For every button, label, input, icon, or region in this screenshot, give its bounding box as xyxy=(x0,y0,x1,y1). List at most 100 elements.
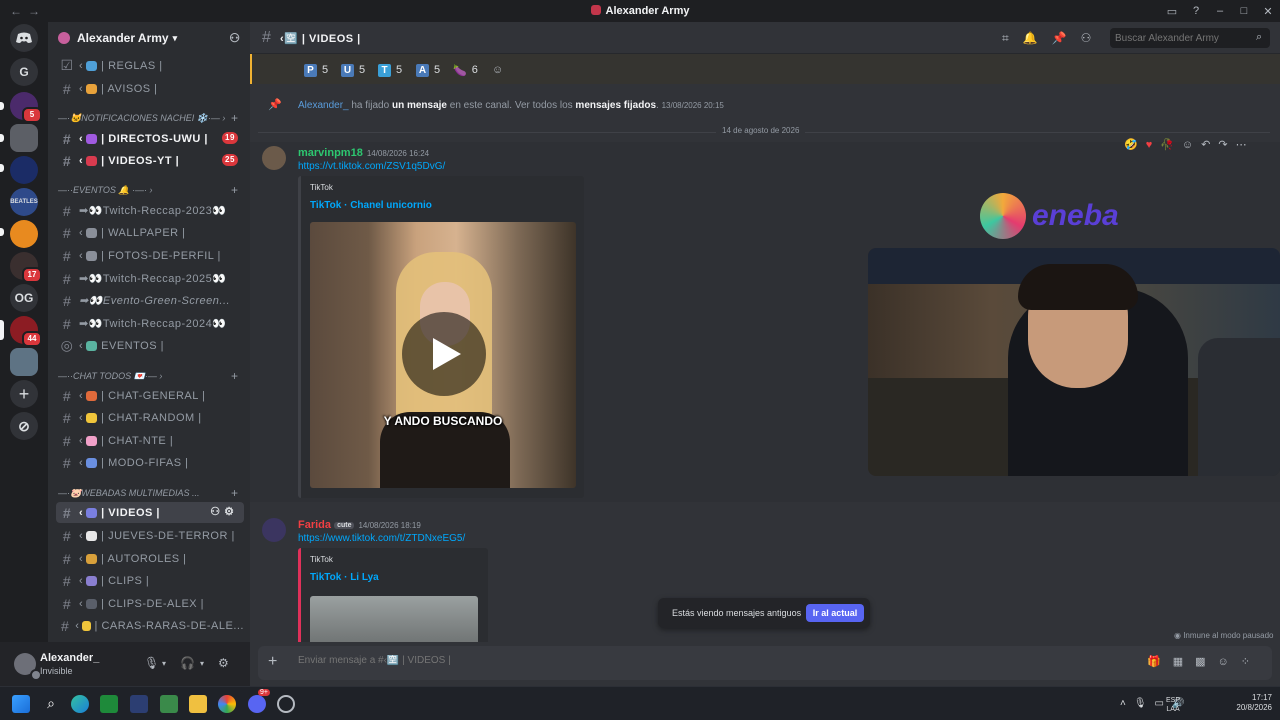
server-red-icon[interactable]: 44 xyxy=(10,316,42,347)
video-thumbnail[interactable]: Y ANDO BUSCANDO xyxy=(310,222,576,488)
message-author[interactable]: marvinpm18 14/08/2026 16:24 xyxy=(298,147,429,159)
server-gray-icon[interactable] xyxy=(10,124,38,152)
category-eventos[interactable]: —·· EVENTOS 🔔 ·—· › + xyxy=(58,182,242,198)
maximize-button[interactable]: □ xyxy=(1232,5,1256,17)
channel-twitch-2024[interactable]: # ➡👀Twitch-Reccap-2024👀 xyxy=(56,313,244,334)
channel-clips[interactable]: # ‹ | CLIPS | xyxy=(56,570,244,591)
system-author[interactable]: Alexander_ xyxy=(298,100,349,111)
windows-start-icon[interactable] xyxy=(12,695,30,713)
headphones-icon[interactable]: 🎧 xyxy=(180,656,195,670)
video-thumbnail[interactable] xyxy=(310,596,478,642)
search-input[interactable] xyxy=(1110,28,1270,48)
message-author[interactable]: Farida cute 14/08/2026 18:19 xyxy=(298,519,421,531)
channel-chat-random[interactable]: # ‹ | CHAT-RANDOM | xyxy=(56,407,244,428)
channel-clips-de-alex[interactable]: # ‹ | CLIPS-DE-ALEX | xyxy=(56,593,244,614)
server-og-icon[interactable]: OG xyxy=(10,284,38,312)
add-channel-icon[interactable]: + xyxy=(231,183,238,197)
system-tray-icons[interactable]: ˄🎙▭🔊 xyxy=(1120,698,1192,709)
pinned-message-link[interactable]: un mensaje xyxy=(392,100,447,111)
channel-videos-yt[interactable]: # ‹ | VIDEOS-YT | 25 xyxy=(56,150,244,171)
add-server-icon[interactable]: + xyxy=(10,380,38,408)
hash-icon: # xyxy=(62,315,72,332)
reaction-p[interactable]: P5 xyxy=(304,62,328,78)
channel-autoroles[interactable]: # ‹ | AUTOROLES | xyxy=(56,548,244,569)
minimize-button[interactable]: – xyxy=(1208,5,1232,17)
add-channel-icon[interactable]: + xyxy=(231,369,238,383)
avatar[interactable] xyxy=(262,518,286,542)
edge-icon[interactable] xyxy=(71,695,89,713)
channel-caras-raras[interactable]: # ‹ | CARAS-RARAS-DE-ALE... xyxy=(56,615,244,636)
server-beatles-icon[interactable]: BEATLES xyxy=(10,188,38,216)
chrome-icon[interactable] xyxy=(218,695,236,713)
embed-title[interactable]: TikTok · Chanel unicornio xyxy=(310,200,432,211)
header-toolbar-icons[interactable]: ⌗🔔📌⚇ xyxy=(1002,31,1105,46)
server-g-icon[interactable]: G xyxy=(10,58,38,86)
embed-provider[interactable]: TikTok xyxy=(310,555,333,564)
message-link[interactable]: https://vt.tiktok.com/ZSV1q5DvG/ xyxy=(298,161,445,172)
channel-twitch-2023[interactable]: # ➡👀Twitch-Reccap-2023👀 xyxy=(56,200,244,221)
search-icon[interactable]: ⌕ xyxy=(42,695,60,713)
reaction-eggplant[interactable]: 🍆 6 xyxy=(453,62,478,78)
channel-videos[interactable]: # ‹ | VIDEOS | ⚇⚙ xyxy=(56,502,244,523)
server-orange-icon[interactable] xyxy=(10,220,38,248)
channel-evento-green-screen[interactable]: # ➡👀Evento-Green-Screen... xyxy=(56,290,244,311)
embed-title[interactable]: TikTok · Li Lya xyxy=(310,572,379,583)
add-reaction-icon[interactable]: ☺ xyxy=(492,62,503,78)
mic-options-chevron-icon[interactable]: ▾ xyxy=(162,659,166,668)
message-link[interactable]: https://www.tiktok.com/t/ZTDNxeEG5/ xyxy=(298,533,465,544)
channel-directos[interactable]: # ‹ | DIRECTOS-UWU | 19 xyxy=(56,128,244,149)
discord-home-icon[interactable] xyxy=(10,24,38,52)
server-header[interactable]: Alexander Army ▾ ⚇ xyxy=(48,22,250,54)
composer-tools-icons[interactable]: 🎁▦▩☺⁘ xyxy=(1147,655,1262,668)
server-dark-icon[interactable]: 17 xyxy=(10,252,42,283)
app-icon[interactable] xyxy=(160,695,178,713)
reaction-u[interactable]: U5 xyxy=(341,62,365,78)
discord-taskbar-icon[interactable]: 9+ xyxy=(248,689,270,713)
category-webadas-multimedias[interactable]: —·🐷 WEBADAS MULTIMEDIAS ... + xyxy=(58,485,242,501)
channel-chat-nte[interactable]: # ‹ | CHAT-NTE | xyxy=(56,430,244,451)
app-icon[interactable] xyxy=(130,695,148,713)
channel-reglas[interactable]: ☑ ‹ | REGLAS | xyxy=(56,55,244,76)
help-icon[interactable]: ? xyxy=(1184,5,1208,17)
microphone-icon[interactable]: 🎙 xyxy=(144,656,159,670)
file-explorer-icon[interactable] xyxy=(189,695,207,713)
jump-to-present-button[interactable]: Ir al actual xyxy=(806,604,864,622)
category-notificaciones[interactable]: —·🐱 NOTIFICACIONES NACHEI ❄️·— › + xyxy=(58,110,242,126)
add-channel-icon[interactable]: + xyxy=(231,486,238,500)
channel-chat-general[interactable]: # ‹ | CHAT-GENERAL | xyxy=(56,385,244,406)
language-indicator[interactable]: ESP LAA xyxy=(1166,696,1180,714)
avatar[interactable] xyxy=(262,146,286,170)
add-attachment-icon[interactable]: + xyxy=(268,653,277,671)
channel-wallpaper[interactable]: # ‹ | WALLPAPER | xyxy=(56,222,244,243)
clock[interactable]: 17:17 20/8/2026 xyxy=(1236,693,1272,715)
app-icon[interactable] xyxy=(277,695,295,713)
audio-options-chevron-icon[interactable]: ▾ xyxy=(200,659,204,668)
embed-provider[interactable]: TikTok xyxy=(310,183,333,192)
add-channel-icon[interactable]: + xyxy=(231,111,238,125)
server-purple-icon[interactable]: 5 xyxy=(10,92,42,123)
xbox-icon[interactable] xyxy=(100,695,118,713)
reaction-t[interactable]: T5 xyxy=(378,62,402,78)
selected-pill xyxy=(0,320,4,340)
channel-fotos-de-perfil[interactable]: # ‹ | FOTOS-DE-PERFIL | xyxy=(56,245,244,266)
channel-jueves-de-terror[interactable]: # ‹ | JUEVES-DE-TERROR | xyxy=(56,525,244,546)
inbox-icon[interactable]: ▭ xyxy=(1160,5,1184,18)
explore-icon[interactable]: ⊘ xyxy=(10,412,38,440)
category-chat-todos[interactable]: —·· CHAT TODOS 💌·— › + xyxy=(58,368,242,384)
pinned-messages-link[interactable]: mensajes fijados xyxy=(575,100,656,111)
channel-modo-fifas[interactable]: # ‹ | MODO-FIFAS | xyxy=(56,452,244,473)
channel-settings-icons[interactable]: ⚇⚙ xyxy=(210,505,238,518)
channel-avisos[interactable]: # ‹ | AVISOS | xyxy=(56,78,244,99)
settings-gear-icon[interactable]: ⚙ xyxy=(218,656,229,670)
channel-twitch-2025[interactable]: # ➡👀Twitch-Reccap-2025👀 xyxy=(56,268,244,289)
username[interactable]: Alexander_ xyxy=(40,652,99,664)
user-panel: Alexander_ Invisible 🎙 ▾ 🎧 ▾ ⚙ xyxy=(0,642,250,686)
invite-people-icon[interactable]: ⚇ xyxy=(229,31,240,45)
server-gold-icon[interactable] xyxy=(10,156,38,184)
server-photo-icon[interactable] xyxy=(10,348,38,376)
reaction-a[interactable]: A5 xyxy=(416,62,440,78)
close-button[interactable]: ✕ xyxy=(1256,5,1280,18)
channel-eventos[interactable]: ◎ ‹ EVENTOS | xyxy=(56,335,244,356)
message-toolbar[interactable]: 🤣♥🥀☺↶↷⋯ xyxy=(1124,138,1255,152)
message-input[interactable] xyxy=(298,655,1058,666)
